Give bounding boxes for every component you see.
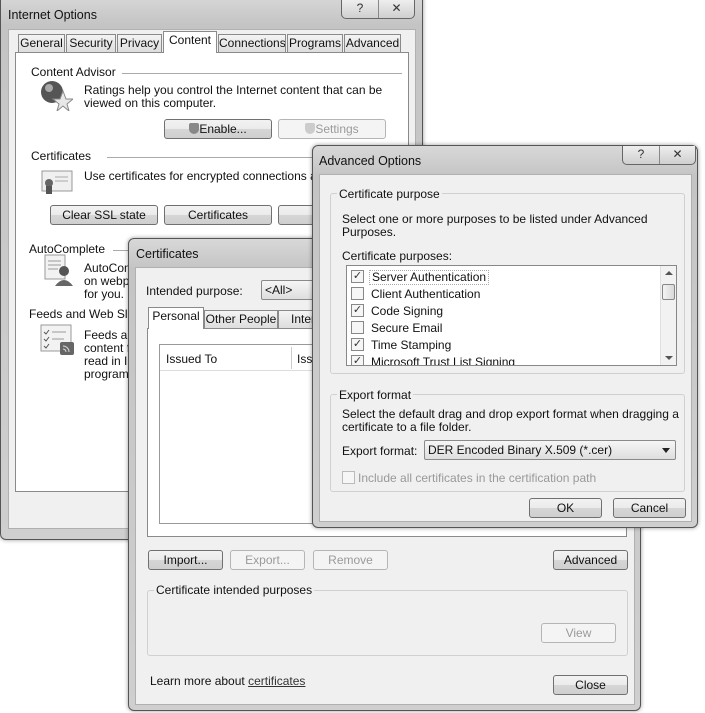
purpose-item[interactable]: Client Authentication	[351, 286, 651, 301]
tab-advanced[interactable]: Advanced	[344, 34, 401, 53]
shield-icon	[305, 123, 316, 134]
help-button[interactable]: ?	[623, 146, 659, 164]
purpose-label: Code Signing	[371, 304, 444, 318]
window-title: Internet Options	[8, 8, 97, 22]
column-divider	[291, 347, 292, 369]
purposes-list[interactable]: ✓ Server Authentication Client Authentic…	[346, 265, 677, 366]
include-all-checkbox[interactable]	[342, 471, 355, 484]
purposes-scrollbar[interactable]	[660, 266, 676, 365]
tab-other-people[interactable]: Other People	[204, 310, 278, 329]
purpose-checkbox[interactable]: ✓	[351, 304, 364, 317]
content-advisor-heading: Content Advisor	[31, 65, 116, 79]
remove-button[interactable]: Remove	[313, 550, 388, 570]
column-header-issued-by[interactable]: Iss	[297, 353, 312, 366]
purpose-item[interactable]: Secure Email	[351, 320, 651, 335]
enable-button[interactable]: Enable...	[164, 119, 272, 139]
clear-ssl-state-button[interactable]: Clear SSL state	[50, 205, 158, 225]
close-button[interactable]: Close	[553, 675, 628, 695]
content-advisor-text-line2: viewed on this computer.	[84, 96, 217, 110]
purpose-checkbox[interactable]: ✓	[351, 355, 364, 365]
certificates-heading: Certificates	[31, 149, 92, 163]
certificate-purpose-group-label: Certificate purpose	[337, 187, 442, 201]
import-button[interactable]: Import...	[148, 550, 223, 570]
purpose-label: Secure Email	[371, 321, 443, 335]
purpose-item[interactable]: ✓ Server Authentication	[351, 269, 651, 285]
advanced-options-window: Advanced Options ? ✕ Certificate purpose…	[312, 145, 698, 528]
dropdown-arrow-icon	[662, 448, 670, 453]
include-all-label: Include all certificates in the certific…	[358, 471, 597, 485]
purposes-label: Certificate purposes:	[342, 249, 453, 263]
tab-privacy[interactable]: Privacy	[117, 34, 162, 53]
ok-button[interactable]: OK	[529, 498, 602, 518]
purpose-checkbox[interactable]	[351, 287, 364, 300]
scroll-up-arrow-icon[interactable]	[665, 271, 673, 275]
purpose-label: Microsoft Trust List Signing	[371, 355, 516, 366]
feeds-heading: Feeds and Web Slice	[29, 307, 143, 321]
intended-purpose-label: Intended purpose:	[146, 284, 243, 298]
tab-programs[interactable]: Programs	[287, 34, 343, 53]
scrollbar-thumb[interactable]	[662, 284, 675, 300]
purpose-label: Time Stamping	[371, 338, 452, 352]
client-area: Certificate purpose Select one or more p…	[319, 174, 692, 522]
purpose-item[interactable]: ✓ Code Signing	[351, 303, 651, 318]
window-title: Certificates	[136, 247, 199, 261]
feeds-icon	[40, 324, 74, 355]
purpose-checkbox[interactable]	[351, 321, 364, 334]
autocomplete-text-line3: for you.	[84, 287, 125, 301]
divider	[122, 73, 402, 74]
purpose-item[interactable]: ✓ Microsoft Trust List Signing	[351, 354, 651, 366]
purpose-checkbox[interactable]: ✓	[351, 338, 364, 351]
autocomplete-icon	[44, 254, 73, 286]
purpose-label: Server Authentication	[369, 270, 490, 285]
export-description-line2: certificate to a file folder.	[342, 420, 472, 434]
tab-general[interactable]: General	[18, 34, 65, 53]
learn-more-text: Learn more about certificates	[150, 674, 306, 688]
certificates-link[interactable]: certificates	[248, 674, 305, 688]
column-header-issued-to[interactable]: Issued To	[166, 353, 217, 366]
tab-personal[interactable]: Personal	[148, 307, 204, 329]
purpose-checkbox[interactable]: ✓	[351, 270, 364, 283]
certificates-text: Use certificates for encrypted connectio…	[84, 169, 331, 183]
certificate-icon	[41, 170, 73, 194]
export-format-select[interactable]: DER Encoded Binary X.509 (*.cer)	[424, 440, 676, 460]
window-title: Advanced Options	[319, 154, 422, 168]
scroll-down-arrow-icon[interactable]	[665, 356, 673, 360]
export-format-label: Export format:	[342, 444, 418, 458]
purpose-label: Client Authentication	[371, 287, 481, 301]
settings-button[interactable]: Settings	[278, 119, 386, 139]
help-button[interactable]: ?	[342, 0, 378, 18]
export-button[interactable]: Export...	[230, 550, 305, 570]
certificates-button[interactable]: Certificates	[164, 205, 272, 225]
close-button[interactable]: ✕	[659, 146, 695, 164]
intended-purposes-group-label: Certificate intended purposes	[154, 583, 315, 597]
shield-icon	[189, 123, 200, 134]
view-button[interactable]: View	[541, 623, 616, 643]
globe-star-icon	[41, 81, 73, 111]
purpose-item[interactable]: ✓ Time Stamping	[351, 337, 651, 352]
tab-security[interactable]: Security	[66, 34, 116, 53]
purpose-description-line2: Purposes.	[342, 225, 397, 239]
caption-buttons: ? ✕	[341, 0, 415, 19]
cancel-button[interactable]: Cancel	[613, 498, 686, 518]
caption-buttons: ? ✕	[622, 146, 696, 165]
tab-content[interactable]: Content	[163, 31, 217, 53]
export-format-group-label: Export format	[337, 388, 414, 402]
tab-connections[interactable]: Connections	[218, 34, 286, 53]
advanced-button[interactable]: Advanced	[553, 550, 628, 570]
close-button[interactable]: ✕	[378, 0, 414, 18]
